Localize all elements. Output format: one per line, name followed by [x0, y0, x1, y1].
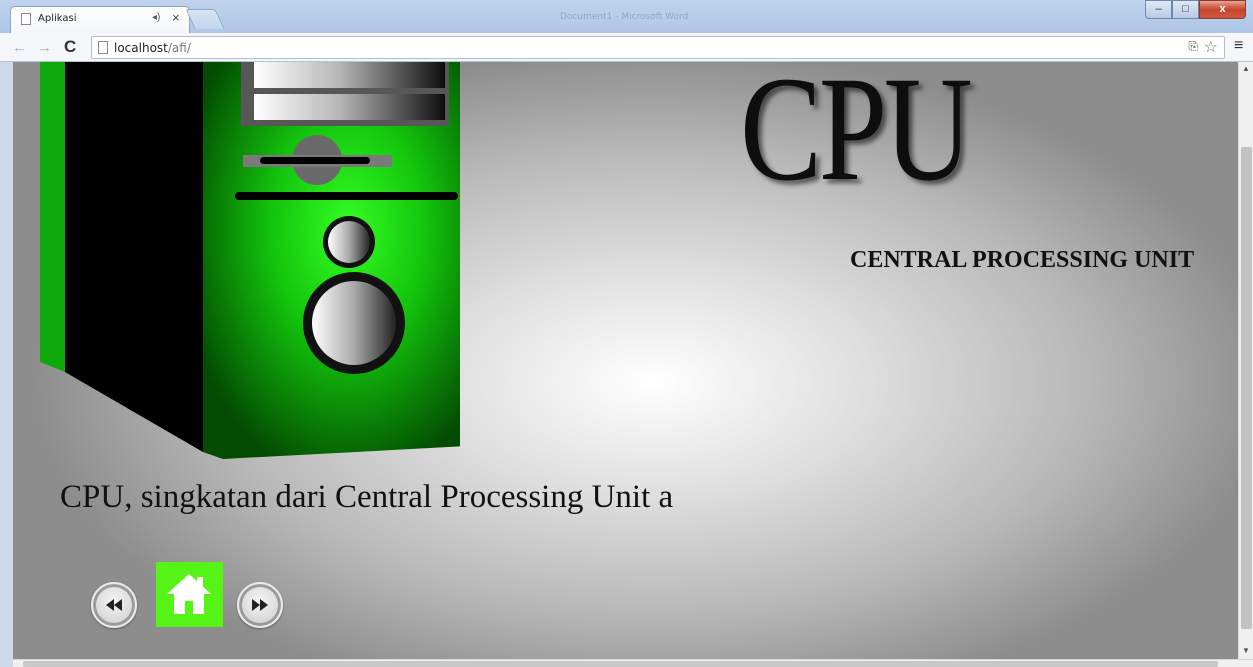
reload-icon[interactable]: C	[64, 37, 76, 57]
tab-title: Aplikasi	[38, 13, 77, 24]
previous-button[interactable]	[91, 582, 137, 628]
translate-icon[interactable]: ⎘	[1188, 39, 1198, 54]
page-subheading: CENTRAL PROCESSING UNIT	[850, 247, 1195, 273]
cpu-case-illustration	[40, 62, 460, 459]
fast-forward-icon	[252, 599, 268, 611]
horizontal-scrollbar-thumb[interactable]	[23, 661, 1218, 667]
page-viewport: CPU CENTRAL PROCESSING UNIT CPU, singkat…	[13, 62, 1238, 659]
audio-playing-icon[interactable]: ◂)	[152, 12, 160, 23]
home-button[interactable]	[156, 562, 223, 627]
browser-toolbar: ← → C localhost/afi/ ⎘ ☆ ≡	[0, 33, 1253, 62]
forward-arrow-icon[interactable]: →	[37, 39, 52, 56]
background-window-title: Document1 - Microsoft Word	[560, 12, 689, 22]
minimize-button[interactable]: –	[1145, 0, 1172, 19]
bookmark-star-icon[interactable]: ☆	[1204, 37, 1218, 56]
address-bar[interactable]: localhost/afi/ ⎘ ☆	[91, 36, 1225, 59]
browser-tab[interactable]: Aplikasi ◂) ×	[10, 6, 190, 34]
browser-titlebar: Aplikasi ◂) × Document1 - Microsoft Word…	[0, 0, 1253, 34]
close-window-button[interactable]: x	[1199, 0, 1246, 19]
page-description: CPU, singkatan dari Central Processing U…	[60, 479, 674, 515]
new-tab-button[interactable]	[185, 9, 225, 29]
scrollbar-thumb[interactable]	[1241, 147, 1252, 629]
tab-close-icon[interactable]: ×	[172, 10, 180, 25]
maximize-button[interactable]: □	[1172, 0, 1199, 19]
menu-icon[interactable]: ≡	[1234, 37, 1243, 55]
url-host: localhost	[114, 41, 168, 55]
scroll-down-arrow-icon[interactable]: ▼	[1242, 646, 1250, 655]
url-text: localhost/afi/	[114, 41, 191, 55]
next-button[interactable]	[237, 582, 283, 628]
rewind-icon	[106, 599, 122, 611]
tab-document-icon	[21, 13, 31, 25]
back-arrow-icon[interactable]: ←	[12, 39, 27, 56]
vertical-scrollbar[interactable]: ▲ ▼	[1238, 62, 1253, 659]
window-left-frame	[0, 62, 13, 667]
page-icon	[98, 41, 108, 54]
scroll-up-arrow-icon[interactable]: ▲	[1242, 64, 1250, 73]
window-controls: – □ x	[1145, 0, 1246, 20]
home-icon	[167, 574, 211, 614]
page-heading: CPU	[740, 62, 973, 212]
url-path: /afi/	[167, 41, 191, 55]
horizontal-scrollbar[interactable]	[13, 659, 1253, 667]
